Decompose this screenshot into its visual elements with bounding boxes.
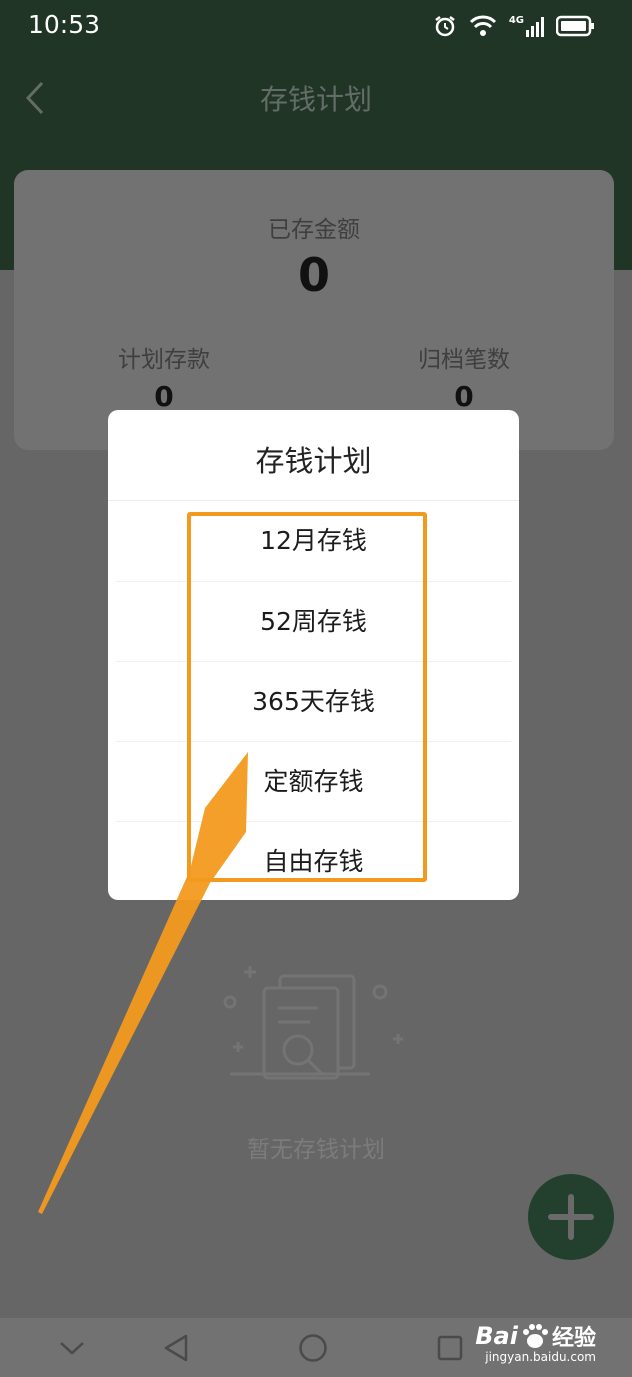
nav-collapse-button[interactable] (42, 1318, 102, 1377)
nav-recents-button[interactable] (420, 1318, 480, 1377)
signal-icon: 4G (509, 15, 544, 37)
circle-home-icon (299, 1333, 327, 1362)
watermark-url: jingyan.baidu.com (485, 1350, 596, 1364)
battery-icon (556, 15, 594, 37)
status-time: 10:53 (28, 10, 101, 39)
wifi-icon (469, 15, 496, 36)
saved-amount-value: 0 (297, 248, 330, 302)
plus-icon (548, 1194, 594, 1240)
watermark-brand-cn: 经验 (551, 1326, 596, 1351)
paw-icon (522, 1324, 548, 1348)
saved-amount-label: 已存金额 (268, 217, 360, 243)
baidu-watermark: Bai 经验 jingyan.baidu.com (475, 1320, 596, 1364)
dialog-title: 存钱计划 (255, 444, 372, 478)
empty-state-text: 暂无存钱计划 (247, 1137, 385, 1163)
nav-home-button[interactable] (283, 1318, 343, 1377)
empty-document-icon (223, 966, 403, 1080)
status-bar: 10:53 4G (0, 0, 632, 52)
square-recents-icon (437, 1335, 463, 1360)
planned-deposit-label: 计划存款 (118, 347, 210, 373)
chevron-down-icon (60, 1341, 84, 1355)
status-icons: 4G (433, 12, 596, 40)
archived-count-value: 0 (454, 380, 474, 413)
triangle-back-icon (164, 1334, 188, 1361)
archived-count-label: 归档笔数 (418, 347, 510, 373)
alarm-icon (435, 16, 455, 37)
highlight-box (187, 512, 427, 882)
page-title: 存钱计划 (259, 83, 372, 116)
watermark-brand: Bai (475, 1322, 518, 1350)
planned-deposit-value: 0 (154, 380, 174, 413)
network-type: 4G (508, 15, 524, 26)
nav-back-button[interactable] (146, 1318, 206, 1377)
summary-card: 已存金额 0 计划存款 0 归档笔数 0 (14, 170, 614, 450)
add-plan-button[interactable] (528, 1174, 614, 1260)
